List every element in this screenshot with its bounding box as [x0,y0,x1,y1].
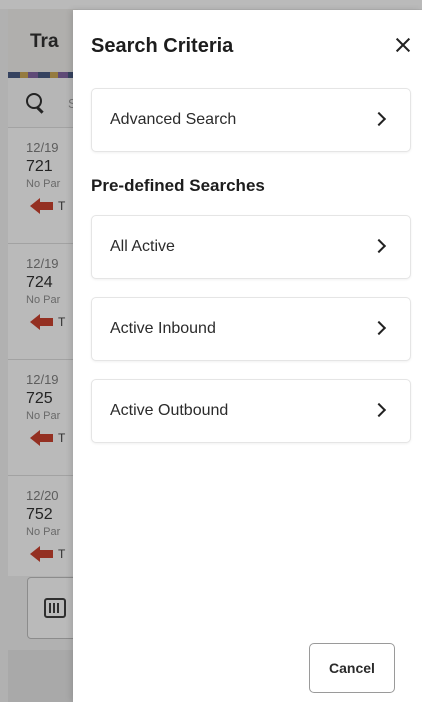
search-criteria-drawer: Search Criteria Advanced Search Pre-defi… [73,10,422,702]
advanced-search-item[interactable]: Advanced Search [91,88,411,152]
advanced-search-label: Advanced Search [110,111,237,128]
predefined-searches-heading: Pre-defined Searches [91,176,265,195]
predefined-search-label: All Active [110,238,175,255]
cancel-button[interactable]: Cancel [309,643,395,693]
chevron-right-icon [371,238,387,254]
chevron-right-icon [371,320,387,336]
drawer-title: Search Criteria [91,35,234,57]
close-icon[interactable] [391,33,415,57]
chevron-right-icon [371,111,387,127]
predefined-search-all-active[interactable]: All Active [91,215,411,279]
predefined-search-label: Active Outbound [110,402,229,419]
predefined-search-active-inbound[interactable]: Active Inbound [91,297,411,361]
predefined-search-label: Active Inbound [110,320,216,337]
chevron-right-icon [371,402,387,418]
predefined-search-active-outbound[interactable]: Active Outbound [91,379,411,443]
